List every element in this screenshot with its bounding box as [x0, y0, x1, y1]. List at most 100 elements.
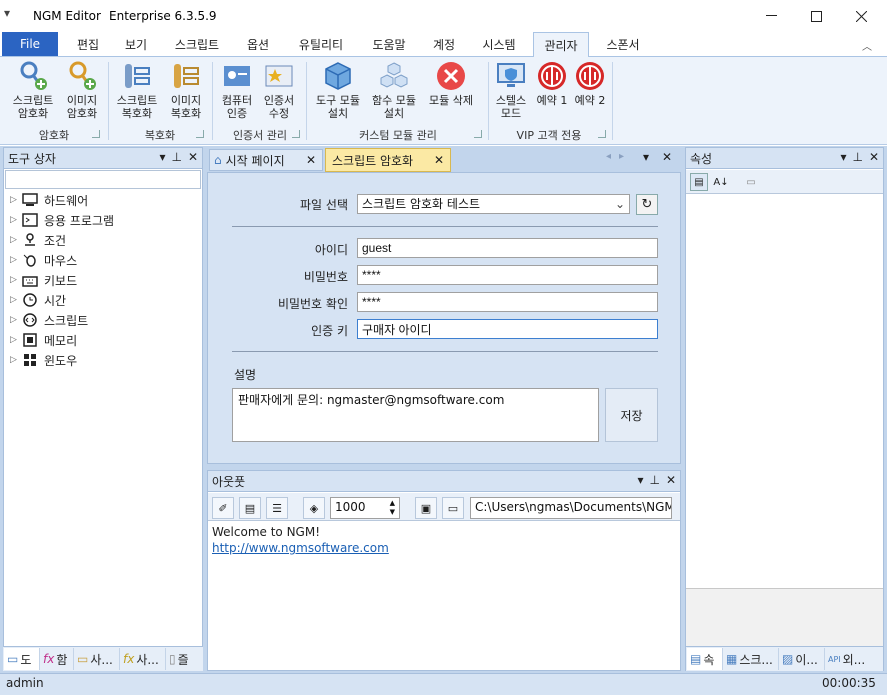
install-tool-module-button[interactable]: 도구 모듈 설치	[310, 60, 366, 120]
tab-system[interactable]: 시스템	[472, 32, 526, 56]
expand-arrow-icon[interactable]: ▷	[10, 355, 20, 365]
computer-auth-button[interactable]: 컴퓨터 인증	[216, 60, 258, 120]
toolbox-tab-favorites[interactable]: ▯ 즐	[166, 648, 202, 670]
install-function-module-button[interactable]: 함수 모듈 설치	[366, 60, 422, 120]
maximize-button[interactable]	[794, 0, 839, 32]
expand-arrow-icon[interactable]: ▷	[10, 215, 20, 225]
tree-item-hardware[interactable]: ▷ 하드웨어	[10, 190, 88, 210]
expand-arrow-icon[interactable]: ▷	[10, 275, 20, 285]
auth-key-field[interactable]	[357, 319, 658, 339]
decrypt-script-button[interactable]: 스크립트 복호화	[110, 60, 164, 120]
dropdown-icon[interactable]: ▾	[840, 150, 846, 164]
scroll-left-icon[interactable]: ◂	[606, 151, 611, 162]
group-launcher-icon[interactable]	[196, 130, 204, 138]
pin-icon[interactable]: ⊥	[171, 150, 181, 164]
decrypt-image-button[interactable]: 이미지 복호화	[164, 60, 208, 120]
tab-script[interactable]: 스크립트	[164, 32, 230, 56]
tab-help[interactable]: 도움말	[362, 32, 416, 56]
log-path-field[interactable]: C:\Users\ngmas\Documents\NGM6\	[470, 497, 672, 519]
doc-settings-button[interactable]: ▤	[239, 497, 261, 519]
expand-arrow-icon[interactable]: ▷	[10, 195, 20, 205]
expand-arrow-icon[interactable]: ▷	[10, 335, 20, 345]
tab-options[interactable]: 옵션	[236, 32, 280, 56]
reserve-1-button[interactable]: 예약 1	[532, 60, 572, 120]
save-log-button[interactable]: ▣	[415, 497, 437, 519]
toolbox-search-input[interactable]	[5, 170, 201, 189]
stepper-arrows-icon[interactable]: ▲ ▼	[390, 499, 395, 517]
group-launcher-icon[interactable]	[292, 130, 300, 138]
password-confirm-field[interactable]	[357, 292, 658, 312]
tree-item-time[interactable]: ▷ 시간	[10, 290, 66, 310]
dropdown-icon[interactable]: ▾	[159, 150, 165, 164]
expand-arrow-icon[interactable]: ▷	[10, 235, 20, 245]
close-icon[interactable]: ✕	[188, 150, 198, 164]
pin-icon[interactable]: ⊥	[852, 150, 862, 164]
close-icon[interactable]: ✕	[666, 473, 676, 487]
tab-admin[interactable]: 관리자	[533, 32, 589, 57]
word-wrap-button[interactable]: ☰	[266, 497, 288, 519]
toolbox-tab-functions[interactable]: fx 함	[40, 648, 74, 670]
minimize-button[interactable]	[749, 0, 794, 32]
tree-item-window[interactable]: ▷ 윈도우	[10, 350, 77, 370]
group-launcher-icon[interactable]	[474, 130, 482, 138]
encrypt-script-button[interactable]: 스크립트 암호화	[6, 60, 60, 120]
eraser-button[interactable]: ◈	[303, 497, 325, 519]
website-link[interactable]: http://www.ngmsoftware.com	[212, 541, 389, 555]
tree-item-script[interactable]: ▷ 스크립트	[10, 310, 88, 330]
close-icon[interactable]: ✕	[306, 153, 316, 167]
expand-arrow-icon[interactable]: ▷	[10, 315, 20, 325]
expand-arrow-icon[interactable]: ▷	[10, 255, 20, 265]
toolbox-tab-user-functions[interactable]: fx 사...	[120, 648, 166, 670]
tab-edit[interactable]: 편집	[66, 32, 110, 56]
group-launcher-icon[interactable]	[92, 130, 100, 138]
edit-certificate-button[interactable]: 인증서 수정	[258, 60, 300, 120]
doc-tab-script-encrypt[interactable]: 스크립트 암호화 ✕	[325, 148, 451, 172]
tab-account[interactable]: 계정	[422, 32, 466, 56]
reserve-2-button[interactable]: 예약 2	[570, 60, 610, 120]
stealth-mode-button[interactable]: 스텔스 모드	[490, 60, 532, 120]
encrypt-image-button[interactable]: 이미지 암호화	[60, 60, 104, 120]
scroll-right-icon[interactable]: ▸	[619, 151, 624, 162]
doc-list-icon[interactable]: ▾	[643, 150, 649, 164]
properties-tab-external[interactable]: API 외...	[825, 648, 883, 670]
doc-close-icon[interactable]: ✕	[662, 150, 672, 164]
collapse-ribbon-icon[interactable]: ︿	[862, 38, 872, 53]
close-icon[interactable]: ✕	[869, 150, 879, 164]
file-select-dropdown[interactable]: 스크립트 암호화 테스트 ⌄	[357, 194, 630, 214]
clear-output-button[interactable]: ✐	[212, 497, 234, 519]
password-field[interactable]	[357, 265, 658, 285]
properties-tab-script[interactable]: ▦ 스크...	[723, 648, 779, 670]
properties-tab-properties[interactable]: ▤ 속	[687, 648, 723, 670]
categorized-view-button[interactable]: ▤	[690, 173, 708, 191]
tree-item-condition[interactable]: ▷ 조건	[10, 230, 66, 250]
toolbox-tab-user-tools[interactable]: ▭ 사...	[74, 648, 120, 670]
property-pages-button[interactable]: ▭	[742, 173, 760, 191]
id-field[interactable]	[357, 238, 658, 258]
dropdown-icon[interactable]: ▾	[637, 473, 643, 487]
expand-arrow-icon[interactable]: ▷	[10, 295, 20, 305]
tree-item-label: 스크립트	[44, 313, 89, 328]
group-launcher-icon[interactable]	[598, 130, 606, 138]
tree-item-memory[interactable]: ▷ 메모리	[10, 330, 77, 350]
tab-sponsor[interactable]: 스폰서	[596, 32, 650, 56]
doc-tab-start-page[interactable]: ⌂ 시작 페이지 ✕	[209, 149, 323, 171]
tree-item-keyboard[interactable]: ▷ 키보드	[10, 270, 77, 290]
close-icon[interactable]: ✕	[434, 153, 444, 167]
system-menu-icon[interactable]: ▾	[4, 6, 18, 24]
tab-utility[interactable]: 유틸리티	[288, 32, 354, 56]
tab-view[interactable]: 보기	[114, 32, 158, 56]
line-count-stepper[interactable]: 1000 ▲ ▼	[330, 497, 400, 519]
pin-icon[interactable]: ⊥	[649, 473, 659, 487]
close-button[interactable]	[839, 0, 884, 32]
alphabetical-sort-button[interactable]: A↓	[712, 173, 730, 191]
refresh-button[interactable]: ↻	[636, 194, 658, 215]
description-textarea[interactable]: 판매자에게 문의: ngmaster@ngmsoftware.com	[232, 388, 599, 442]
delete-module-button[interactable]: 모듈 삭제	[422, 60, 480, 120]
tree-item-mouse[interactable]: ▷ 마우스	[10, 250, 77, 270]
tree-item-application[interactable]: ▷ 응용 프로그램	[10, 210, 114, 230]
tab-file[interactable]: File	[2, 32, 58, 56]
save-button[interactable]: 저장	[605, 388, 658, 442]
toolbox-tab-toolbox[interactable]: ▭ 도	[4, 648, 40, 670]
open-folder-button[interactable]: ▭	[442, 497, 464, 519]
properties-tab-image[interactable]: ▨ 이...	[779, 648, 825, 670]
